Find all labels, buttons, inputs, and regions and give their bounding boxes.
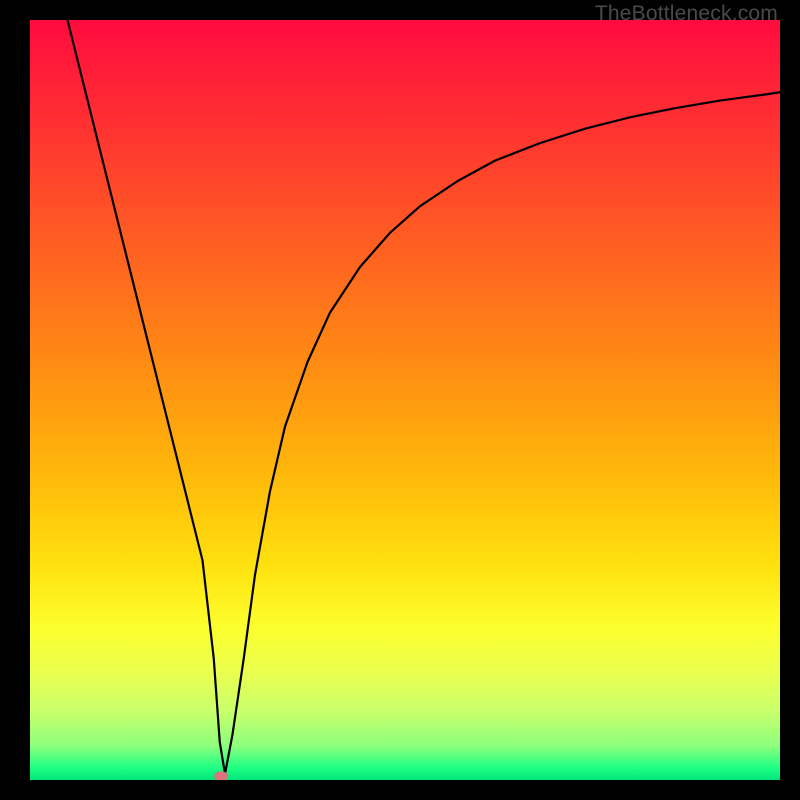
- watermark-label: TheBottleneck.com: [595, 2, 778, 26]
- bottleneck-curve: [30, 20, 780, 780]
- chart-frame: [30, 20, 780, 780]
- plot-area: [30, 20, 780, 780]
